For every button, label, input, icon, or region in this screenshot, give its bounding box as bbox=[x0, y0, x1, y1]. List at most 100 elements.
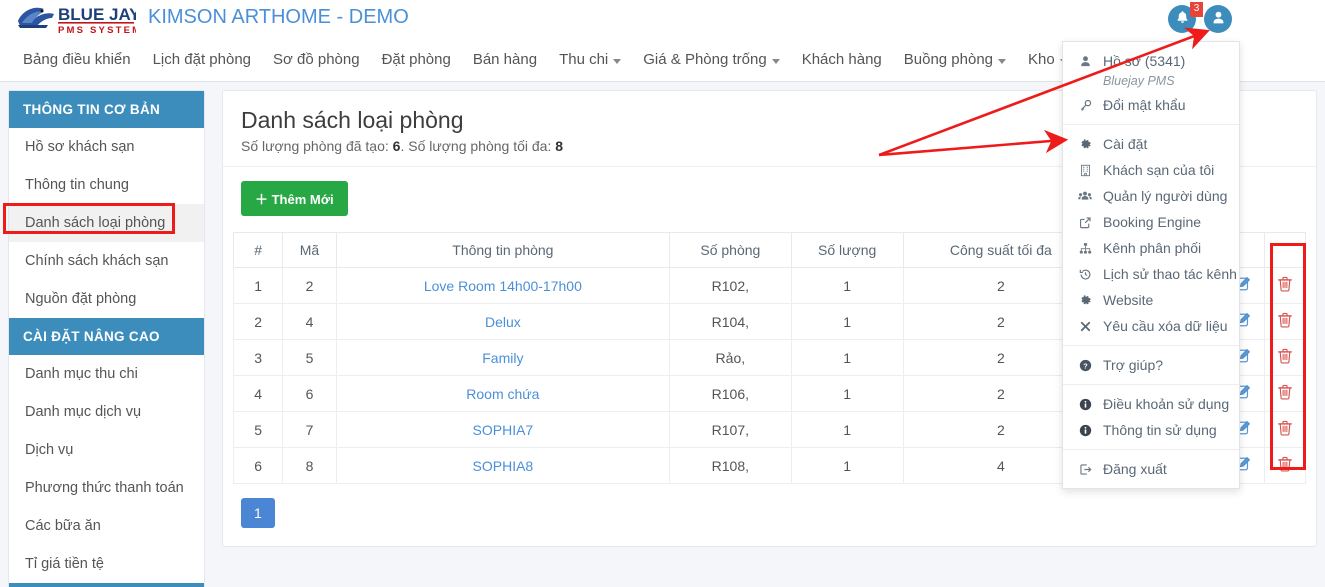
history-icon bbox=[1077, 268, 1093, 281]
pagination-page-1[interactable]: 1 bbox=[241, 498, 275, 528]
sidebar: THÔNG TIN CƠ BẢN Hồ sơ khách sạn Thông tin… bbox=[8, 90, 205, 587]
user-menu-item-3[interactable]: Khách sạn của tôi bbox=[1063, 157, 1239, 183]
sidebar-item-1-2[interactable]: Dịch vụ bbox=[9, 431, 204, 469]
row-delete-cell bbox=[1263, 411, 1307, 448]
page-brand-title: KIMSON ARTHOME - DEMO bbox=[148, 6, 409, 28]
user-menu-item-7[interactable]: Lịch sử thao tác kênh bbox=[1063, 261, 1239, 287]
sidebar-item-0-2[interactable]: Danh sách loại phòng bbox=[9, 204, 204, 242]
row-room-name: SOPHIA7 bbox=[335, 411, 670, 448]
nav-item-8[interactable]: Buồng phòng bbox=[893, 38, 1017, 82]
user-icon bbox=[1211, 10, 1226, 28]
trash-icon[interactable] bbox=[1277, 456, 1293, 475]
room-name-link[interactable]: SOPHIA8 bbox=[473, 458, 534, 474]
table-col-header-8 bbox=[1263, 232, 1307, 268]
nav-item-2[interactable]: Sơ đồ phòng bbox=[262, 38, 371, 82]
user-menu-item-6[interactable]: Kênh phân phối bbox=[1063, 235, 1239, 261]
menu-divider bbox=[1063, 124, 1239, 125]
nav-item-3[interactable]: Đặt phòng bbox=[371, 38, 462, 82]
row-code: 6 bbox=[282, 375, 337, 412]
rooms-max-label: . Số lượng phòng tối đa: bbox=[400, 138, 556, 154]
sidebar-item-0-1[interactable]: Thông tin chung bbox=[9, 166, 204, 204]
user-menu-item-1[interactable]: Đổi mật khẩu bbox=[1063, 92, 1239, 118]
row-room-numbers: Rảo, bbox=[668, 339, 792, 376]
chevron-down-icon bbox=[998, 58, 1007, 64]
sidebar-item-1-3[interactable]: Phương thức thanh toán bbox=[9, 469, 204, 507]
user-dropdown-menu: Hồ sơ (5341) Bluejay PMS Đổi mật khẩu Cài đ… bbox=[1062, 41, 1240, 489]
info-circle-icon bbox=[1077, 424, 1093, 437]
user-menu-item-0[interactable]: Hồ sơ (5341) bbox=[1063, 48, 1239, 74]
bluejay-logo[interactable]: BLUE JAY PMS SYSTEM bbox=[12, 1, 141, 37]
user-menu-item-label: Cài đặt bbox=[1103, 136, 1148, 152]
row-quantity: 1 bbox=[790, 303, 904, 340]
sidebar-item-1-4[interactable]: Các bữa ăn bbox=[9, 507, 204, 545]
sidebar-item-0-3[interactable]: Chính sách khách sạn bbox=[9, 242, 204, 280]
user-menu-item-label: Thông tin sử dụng bbox=[1103, 422, 1217, 438]
row-code: 7 bbox=[282, 411, 337, 448]
trash-icon[interactable] bbox=[1277, 420, 1293, 439]
nav-item-label: Sơ đồ phòng bbox=[273, 51, 360, 68]
user-menu-item-label: Quản lý người dùng bbox=[1103, 188, 1228, 204]
row-room-name: Family bbox=[335, 339, 670, 376]
user-menu-item-label: Lịch sử thao tác kênh bbox=[1103, 266, 1237, 282]
user-menu-item-5[interactable]: Booking Engine bbox=[1063, 209, 1239, 235]
user-menu-item-2[interactable]: Cài đặt bbox=[1063, 131, 1239, 157]
user-menu-item-11[interactable]: Điều khoản sử dụng bbox=[1063, 391, 1239, 417]
room-name-link[interactable]: Room chứa bbox=[466, 386, 539, 402]
trash-icon[interactable] bbox=[1277, 384, 1293, 403]
nav-item-6[interactable]: Giá & Phòng trống bbox=[632, 38, 790, 82]
sidebar-item-1-1[interactable]: Danh mục dịch vụ bbox=[9, 393, 204, 431]
user-menu-item-label: Website bbox=[1103, 292, 1154, 308]
row-quantity: 1 bbox=[790, 447, 904, 484]
user-menu-item-13[interactable]: Đăng xuất bbox=[1063, 456, 1239, 482]
user-avatar-button[interactable] bbox=[1204, 5, 1232, 33]
menu-divider bbox=[1063, 449, 1239, 450]
sidebar-item-1-5[interactable]: Tỉ giá tiền tệ bbox=[9, 545, 204, 583]
add-new-button[interactable]: ＋ Thêm Mới bbox=[241, 181, 348, 216]
user-menu-item-12[interactable]: Thông tin sử dụng bbox=[1063, 417, 1239, 443]
table-col-header-4: Số lượng bbox=[790, 232, 904, 268]
nav-item-4[interactable]: Bán hàng bbox=[462, 38, 548, 82]
user-menu-item-10[interactable]: ? Trợ giúp? bbox=[1063, 352, 1239, 378]
nav-item-5[interactable]: Thu chi bbox=[548, 38, 632, 82]
nav-item-label: Bán hàng bbox=[472, 51, 538, 68]
chevron-down-icon bbox=[613, 58, 622, 64]
sitemap-icon bbox=[1077, 242, 1093, 255]
trash-icon[interactable] bbox=[1277, 348, 1293, 367]
menu-divider bbox=[1063, 345, 1239, 346]
sidebar-item-1-0[interactable]: Danh mục thu chi bbox=[9, 355, 204, 393]
trash-icon[interactable] bbox=[1277, 312, 1293, 331]
row-index: 4 bbox=[232, 375, 284, 412]
row-quantity: 1 bbox=[790, 267, 904, 304]
room-name-link[interactable]: SOPHIA7 bbox=[473, 422, 534, 438]
trash-icon[interactable] bbox=[1277, 276, 1293, 295]
menu-divider bbox=[1063, 384, 1239, 385]
nav-item-0[interactable]: Bảng điều khiển bbox=[12, 38, 142, 82]
row-room-numbers: R102, bbox=[668, 267, 792, 304]
row-delete-cell bbox=[1263, 267, 1307, 304]
info-circle-icon bbox=[1077, 398, 1093, 411]
room-name-link[interactable]: Family bbox=[482, 350, 523, 366]
user-menu-item-label: Kênh phân phối bbox=[1103, 240, 1202, 256]
app-page: BLUE JAY PMS SYSTEM KIMSON ARTHOME - DEM… bbox=[0, 0, 1325, 587]
nav-item-1[interactable]: Lịch đặt phòng bbox=[142, 38, 262, 82]
user-menu-item-9[interactable]: Yêu cầu xóa dữ liệu bbox=[1063, 313, 1239, 339]
nav-item-label: Kho bbox=[1028, 51, 1055, 68]
user-menu-item-4[interactable]: Quản lý người dùng bbox=[1063, 183, 1239, 209]
user-icon bbox=[1077, 55, 1093, 68]
row-delete-cell bbox=[1263, 375, 1307, 412]
sidebar-item-0-4[interactable]: Nguồn đặt phòng bbox=[9, 280, 204, 318]
user-menu-item-8[interactable]: Website bbox=[1063, 287, 1239, 313]
row-index: 1 bbox=[232, 267, 284, 304]
user-menu-item-label: Đổi mật khẩu bbox=[1103, 97, 1186, 113]
nav-item-7[interactable]: Khách hàng bbox=[791, 38, 893, 82]
user-menu-item-label: Hồ sơ (5341) bbox=[1103, 53, 1186, 69]
row-code: 8 bbox=[282, 447, 337, 484]
building-icon bbox=[1077, 164, 1093, 177]
room-name-link[interactable]: Love Room 14h00-17h00 bbox=[424, 278, 582, 294]
key-icon bbox=[1077, 99, 1093, 112]
row-code: 5 bbox=[282, 339, 337, 376]
row-index: 2 bbox=[232, 303, 284, 340]
sidebar-item-0-0[interactable]: Hồ sơ khách sạn bbox=[9, 128, 204, 166]
room-name-link[interactable]: Delux bbox=[485, 314, 521, 330]
svg-text:?: ? bbox=[1083, 361, 1088, 370]
